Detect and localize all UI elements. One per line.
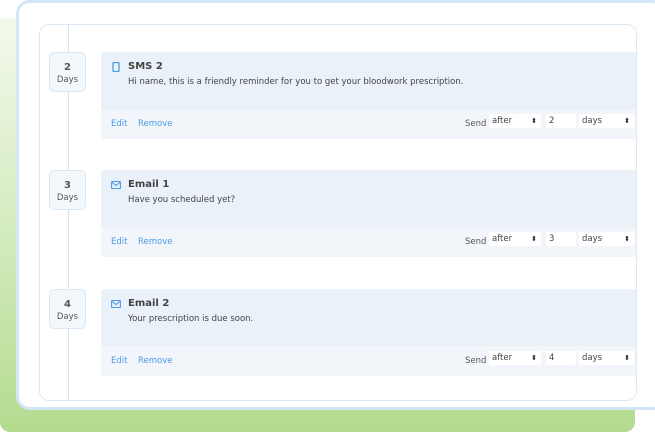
step-email-2: 4 Days Email 2 Your prescription is due s… — [40, 289, 636, 377]
message-text: Have you scheduled yet? — [128, 195, 236, 205]
delay-days: 3 — [64, 180, 71, 191]
delay-unit: Days — [56, 75, 79, 85]
updown-icon: ⬍ — [624, 235, 630, 243]
remove-link[interactable]: Remove — [138, 237, 173, 247]
edit-link[interactable]: Edit — [111, 119, 127, 129]
period-select[interactable]: days ⬍ — [579, 232, 634, 246]
message-title: Email 1 — [128, 179, 170, 190]
updown-icon: ⬍ — [624, 354, 630, 362]
timing-value: after — [492, 116, 513, 126]
message-text: Your prescription is due soon. — [128, 314, 254, 324]
period-value: days — [582, 234, 603, 244]
remove-link[interactable]: Remove — [138, 356, 173, 366]
delay-unit: Days — [56, 312, 79, 322]
amount-value: 3 — [549, 234, 555, 244]
timing-select[interactable]: after ⬍ — [489, 232, 541, 246]
edit-link[interactable]: Edit — [111, 356, 127, 366]
remove-link[interactable]: Remove — [138, 119, 173, 129]
timing-value: after — [492, 353, 513, 363]
send-label: Send — [465, 356, 487, 366]
delay-days: 4 — [64, 299, 71, 310]
message-card: SMS 2 Hi name, this is a friendly remind… — [101, 52, 636, 140]
step-email-1: 3 Days Email 1 Have you scheduled yet? Ed… — [40, 170, 636, 258]
timing-select[interactable]: after ⬍ — [489, 114, 541, 128]
delay-badge: 2 Days — [49, 52, 86, 92]
message-text: Hi name, this is a friendly reminder for… — [128, 77, 464, 87]
envelope-icon — [111, 299, 121, 309]
updown-icon: ⬍ — [624, 117, 630, 125]
message-title: SMS 2 — [128, 61, 163, 72]
amount-value: 2 — [549, 116, 555, 126]
delay-badge: 4 Days — [49, 289, 86, 329]
delay-unit: Days — [56, 193, 79, 203]
amount-value: 4 — [549, 353, 555, 363]
envelope-icon — [111, 180, 121, 190]
step-sms-2: 2 Days SMS 2 Hi name, this is a friendly … — [40, 52, 636, 140]
period-value: days — [582, 116, 603, 126]
sequence-panel: 2 Days SMS 2 Hi name, this is a friendly … — [39, 24, 637, 401]
message-card: Email 2 Your prescription is due soon. E… — [101, 289, 636, 377]
amount-input[interactable]: 2 — [546, 114, 576, 128]
phone-icon — [112, 62, 120, 72]
updown-icon: ⬍ — [531, 235, 537, 243]
edit-link[interactable]: Edit — [111, 237, 127, 247]
delay-badge: 3 Days — [49, 170, 86, 210]
updown-icon: ⬍ — [531, 354, 537, 362]
amount-input[interactable]: 4 — [546, 351, 576, 365]
send-label: Send — [465, 119, 487, 129]
updown-icon: ⬍ — [531, 117, 537, 125]
amount-input[interactable]: 3 — [546, 232, 576, 246]
period-value: days — [582, 353, 603, 363]
period-select[interactable]: days ⬍ — [579, 114, 634, 128]
message-card: Email 1 Have you scheduled yet? Edit Rem… — [101, 170, 636, 258]
timing-select[interactable]: after ⬍ — [489, 351, 541, 365]
timing-value: after — [492, 234, 513, 244]
delay-days: 2 — [64, 62, 71, 73]
send-label: Send — [465, 237, 487, 247]
period-select[interactable]: days ⬍ — [579, 351, 634, 365]
message-title: Email 2 — [128, 298, 170, 309]
